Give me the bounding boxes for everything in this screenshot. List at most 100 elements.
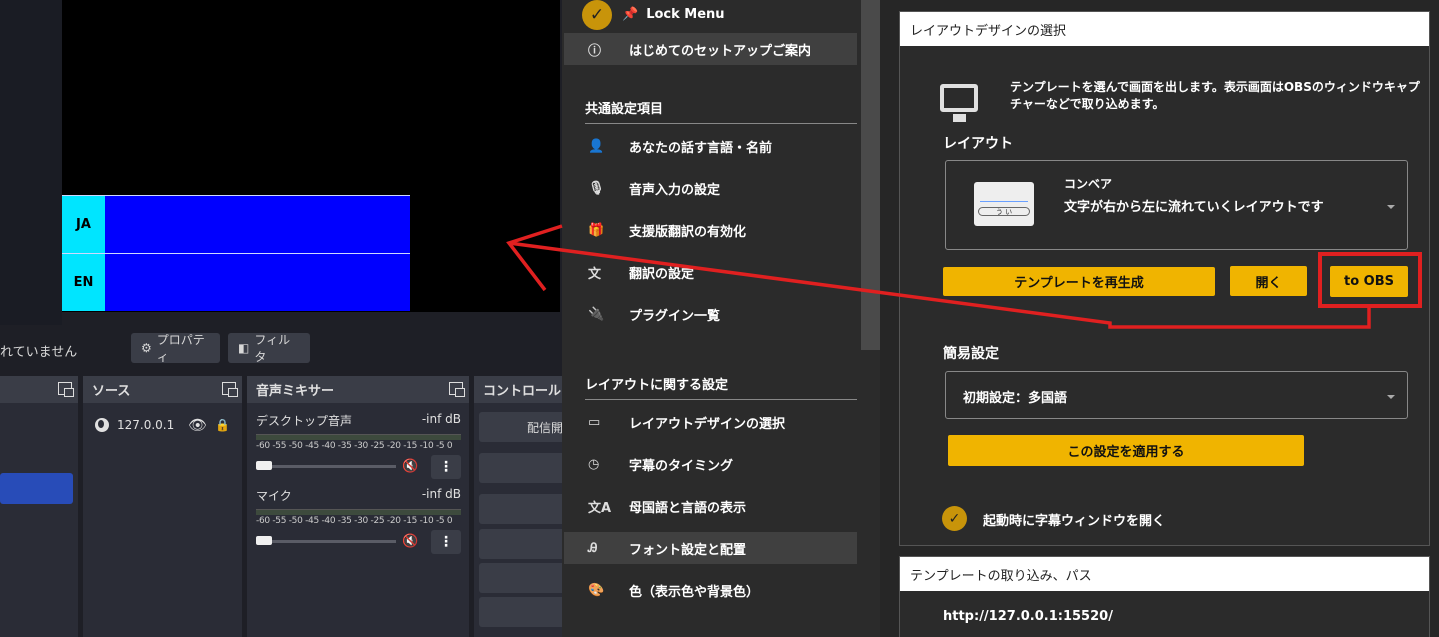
regenerate-template-button[interactable]: テンプレートを再生成 bbox=[943, 267, 1215, 296]
undock-icon[interactable] bbox=[58, 382, 74, 397]
layout-description: テンプレートを選んで画面を出します。表示画面はOBSのウィンドウキャプチャーなど… bbox=[1010, 80, 1420, 111]
sidebar-item-layout-design[interactable]: ▭ レイアウトデザインの選択 bbox=[564, 406, 857, 438]
sidebar-item-timing[interactable]: ◷ 字幕のタイミング bbox=[564, 448, 857, 480]
mixer-dock-header: 音声ミキサー bbox=[247, 376, 469, 403]
volume-slider[interactable] bbox=[256, 535, 396, 545]
sources-dock-header: ソース bbox=[83, 376, 242, 403]
controls-title: コントロール bbox=[483, 384, 562, 399]
pin-icon: 📌 bbox=[622, 6, 639, 22]
eye-icon[interactable]: 👁 bbox=[188, 416, 207, 434]
properties-button[interactable]: ⚙ プロパティ bbox=[131, 333, 220, 364]
meter-scale: -60 -55 -50 -45 -40 -35 -30 -25 -20 -15 … bbox=[256, 516, 453, 526]
lock-menu-checkbox[interactable]: ✓ bbox=[582, 0, 612, 30]
sidebar-item-audio-input[interactable]: 🎙 音声入力の設定 bbox=[564, 172, 857, 204]
section-common-title: 共通設定項目 bbox=[585, 98, 857, 124]
chevron-down-icon bbox=[1387, 395, 1395, 399]
properties-label: プロパティ bbox=[156, 333, 205, 364]
volume-slider[interactable] bbox=[256, 460, 396, 470]
monitor-icon bbox=[940, 84, 978, 122]
gear-icon: ⚙ bbox=[141, 341, 152, 355]
quick-settings-select[interactable]: 初期設定：多国語 bbox=[945, 371, 1408, 419]
subtitle-row-en: EN bbox=[62, 253, 410, 311]
info-icon: ⓘ bbox=[588, 43, 602, 59]
sidebar-item-label: プラグイン一覧 bbox=[629, 308, 721, 324]
sidebar-item-label: 色（表示色や背景色） bbox=[629, 584, 760, 600]
font-icon: Ꭿ bbox=[588, 540, 598, 556]
muted-speaker-icon[interactable]: 🔇 bbox=[402, 534, 418, 549]
to-obs-button[interactable]: to OBS bbox=[1330, 266, 1408, 297]
apply-settings-button[interactable]: この設定を適用する bbox=[948, 435, 1304, 466]
volume-meter bbox=[256, 509, 461, 515]
template-url[interactable]: http://127.0.0.1:15520/ bbox=[943, 609, 1113, 624]
layout-name: コンベア bbox=[1064, 177, 1113, 191]
channel-name: デスクトップ音声 bbox=[256, 414, 353, 428]
obs-window: JA EN れていません ⚙ プロパティ ◧ フィルタ ソース 127.0.0.… bbox=[0, 0, 569, 637]
sidebar-item-plugins[interactable]: 🔌 プラグイン一覧 bbox=[564, 298, 857, 330]
undock-icon[interactable] bbox=[449, 382, 465, 397]
quick-settings-value: 初期設定：多国語 bbox=[963, 391, 1068, 406]
settings-sidebar: ✓ 📌 Lock Menu ⓘ はじめてのセットアップご案内 共通設定項目 👤 … bbox=[562, 0, 880, 637]
channel-level: -inf dB bbox=[421, 487, 461, 501]
sidebar-item-label: 支援版翻訳の有効化 bbox=[629, 224, 747, 240]
control-button[interactable] bbox=[479, 597, 569, 627]
source-item[interactable]: 127.0.0.1 👁 🔒 bbox=[95, 416, 230, 434]
audio-mixer-dock: 音声ミキサー デスクトップ音声 -inf dB -60 -55 -50 -45 … bbox=[247, 376, 469, 637]
layout-icon: ▭ bbox=[588, 414, 601, 430]
layout-design-card: レイアウトデザインの選択 テンプレートを選んで画面を出します。表示画面はOBSの… bbox=[899, 11, 1430, 546]
channel-level: -inf dB bbox=[421, 412, 461, 426]
muted-speaker-icon[interactable]: 🔇 bbox=[402, 459, 418, 474]
source-item-label: 127.0.0.1 bbox=[117, 418, 175, 432]
chevron-down-icon bbox=[1387, 205, 1395, 209]
layout-summary: 文字が右から左に流れていくレイアウトです bbox=[1064, 200, 1324, 215]
sidebar-item-translation[interactable]: 文 翻訳の設定 bbox=[564, 256, 857, 288]
control-button[interactable] bbox=[479, 563, 569, 593]
sidebar-item-label: はじめてのセットアップご案内 bbox=[629, 43, 812, 59]
template-import-card: テンプレートの取り込み、パス http://127.0.0.1:15520/ bbox=[899, 556, 1430, 637]
settings-content: レイアウトデザインの選択 テンプレートを選んで画面を出します。表示画面はOBSの… bbox=[880, 0, 1439, 637]
section-layout-title: レイアウトに関する設定 bbox=[585, 374, 857, 400]
mixer-channel-mic: マイク -inf dB -60 -55 -50 -45 -40 -35 -30 … bbox=[256, 487, 461, 554]
card-title: レイアウトデザインの選択 bbox=[900, 12, 1429, 46]
sources-dock: ソース 127.0.0.1 👁 🔒 bbox=[83, 376, 242, 637]
channel-menu-button[interactable]: ⋮ bbox=[431, 530, 461, 554]
sidebar-item-native-language[interactable]: 文A 母国語と言語の表示 bbox=[564, 490, 857, 522]
layout-thumbnail: う い bbox=[974, 182, 1034, 226]
startup-checkbox-label: 起動時に字幕ウィンドウを開く bbox=[983, 514, 1166, 529]
sidebar-item-language[interactable]: 👤 あなたの話す言語・名前 bbox=[564, 130, 857, 162]
control-button[interactable] bbox=[479, 453, 569, 483]
card-title: テンプレートの取り込み、パス bbox=[900, 557, 1429, 591]
control-button[interactable] bbox=[479, 494, 569, 524]
layout-select[interactable]: う い コンベア 文字が右から左に流れていくレイアウトです bbox=[945, 160, 1408, 250]
lock-menu-item[interactable]: 📌 Lock Menu bbox=[622, 0, 852, 28]
no-source-text: れていません bbox=[0, 345, 78, 360]
gift-icon: 🎁 bbox=[588, 222, 605, 238]
preview-margin bbox=[0, 0, 62, 325]
scene-item-selected[interactable] bbox=[0, 473, 73, 504]
startup-checkbox[interactable]: ✓ bbox=[942, 506, 967, 531]
control-button[interactable] bbox=[479, 529, 569, 559]
sidebar-item-label: フォント設定と配置 bbox=[629, 542, 747, 558]
undock-icon[interactable] bbox=[222, 382, 238, 397]
subtitle-lang-label: EN bbox=[62, 254, 105, 311]
mixer-channel-desktop: デスクトップ音声 -inf dB -60 -55 -50 -45 -40 -35… bbox=[256, 412, 461, 479]
channel-menu-button[interactable]: ⋮ bbox=[431, 455, 461, 479]
scenes-dock bbox=[0, 376, 78, 637]
lock-icon[interactable]: 🔒 bbox=[215, 418, 230, 432]
meter-scale: -60 -55 -50 -45 -40 -35 -30 -25 -20 -15 … bbox=[256, 441, 453, 451]
clock-icon: ◷ bbox=[588, 456, 600, 472]
sidebar-item-setup-guide[interactable]: ⓘ はじめてのセットアップご案内 bbox=[564, 33, 857, 65]
sidebar-item-font[interactable]: Ꭿ フォント設定と配置 bbox=[564, 532, 857, 564]
sidebar-item-support[interactable]: 🎁 支援版翻訳の有効化 bbox=[564, 214, 857, 246]
sidebar-scrollbar[interactable] bbox=[861, 0, 880, 350]
speaker-person-icon: 👤 bbox=[588, 138, 605, 154]
subtitle-lang-label: JA bbox=[62, 196, 105, 253]
open-button[interactable]: 開く bbox=[1230, 266, 1307, 296]
filters-label: フィルタ bbox=[254, 333, 291, 364]
start-streaming-button[interactable]: 配信開始 bbox=[479, 412, 569, 442]
volume-meter bbox=[256, 434, 461, 440]
sidebar-item-label: あなたの話す言語・名前 bbox=[629, 140, 773, 156]
filters-button[interactable]: ◧ フィルタ bbox=[228, 333, 310, 364]
layout-label: レイアウト bbox=[943, 136, 1013, 152]
sidebar-item-label: 翻訳の設定 bbox=[629, 266, 695, 282]
sidebar-item-color[interactable]: 🎨 色（表示色や背景色） bbox=[564, 574, 857, 606]
